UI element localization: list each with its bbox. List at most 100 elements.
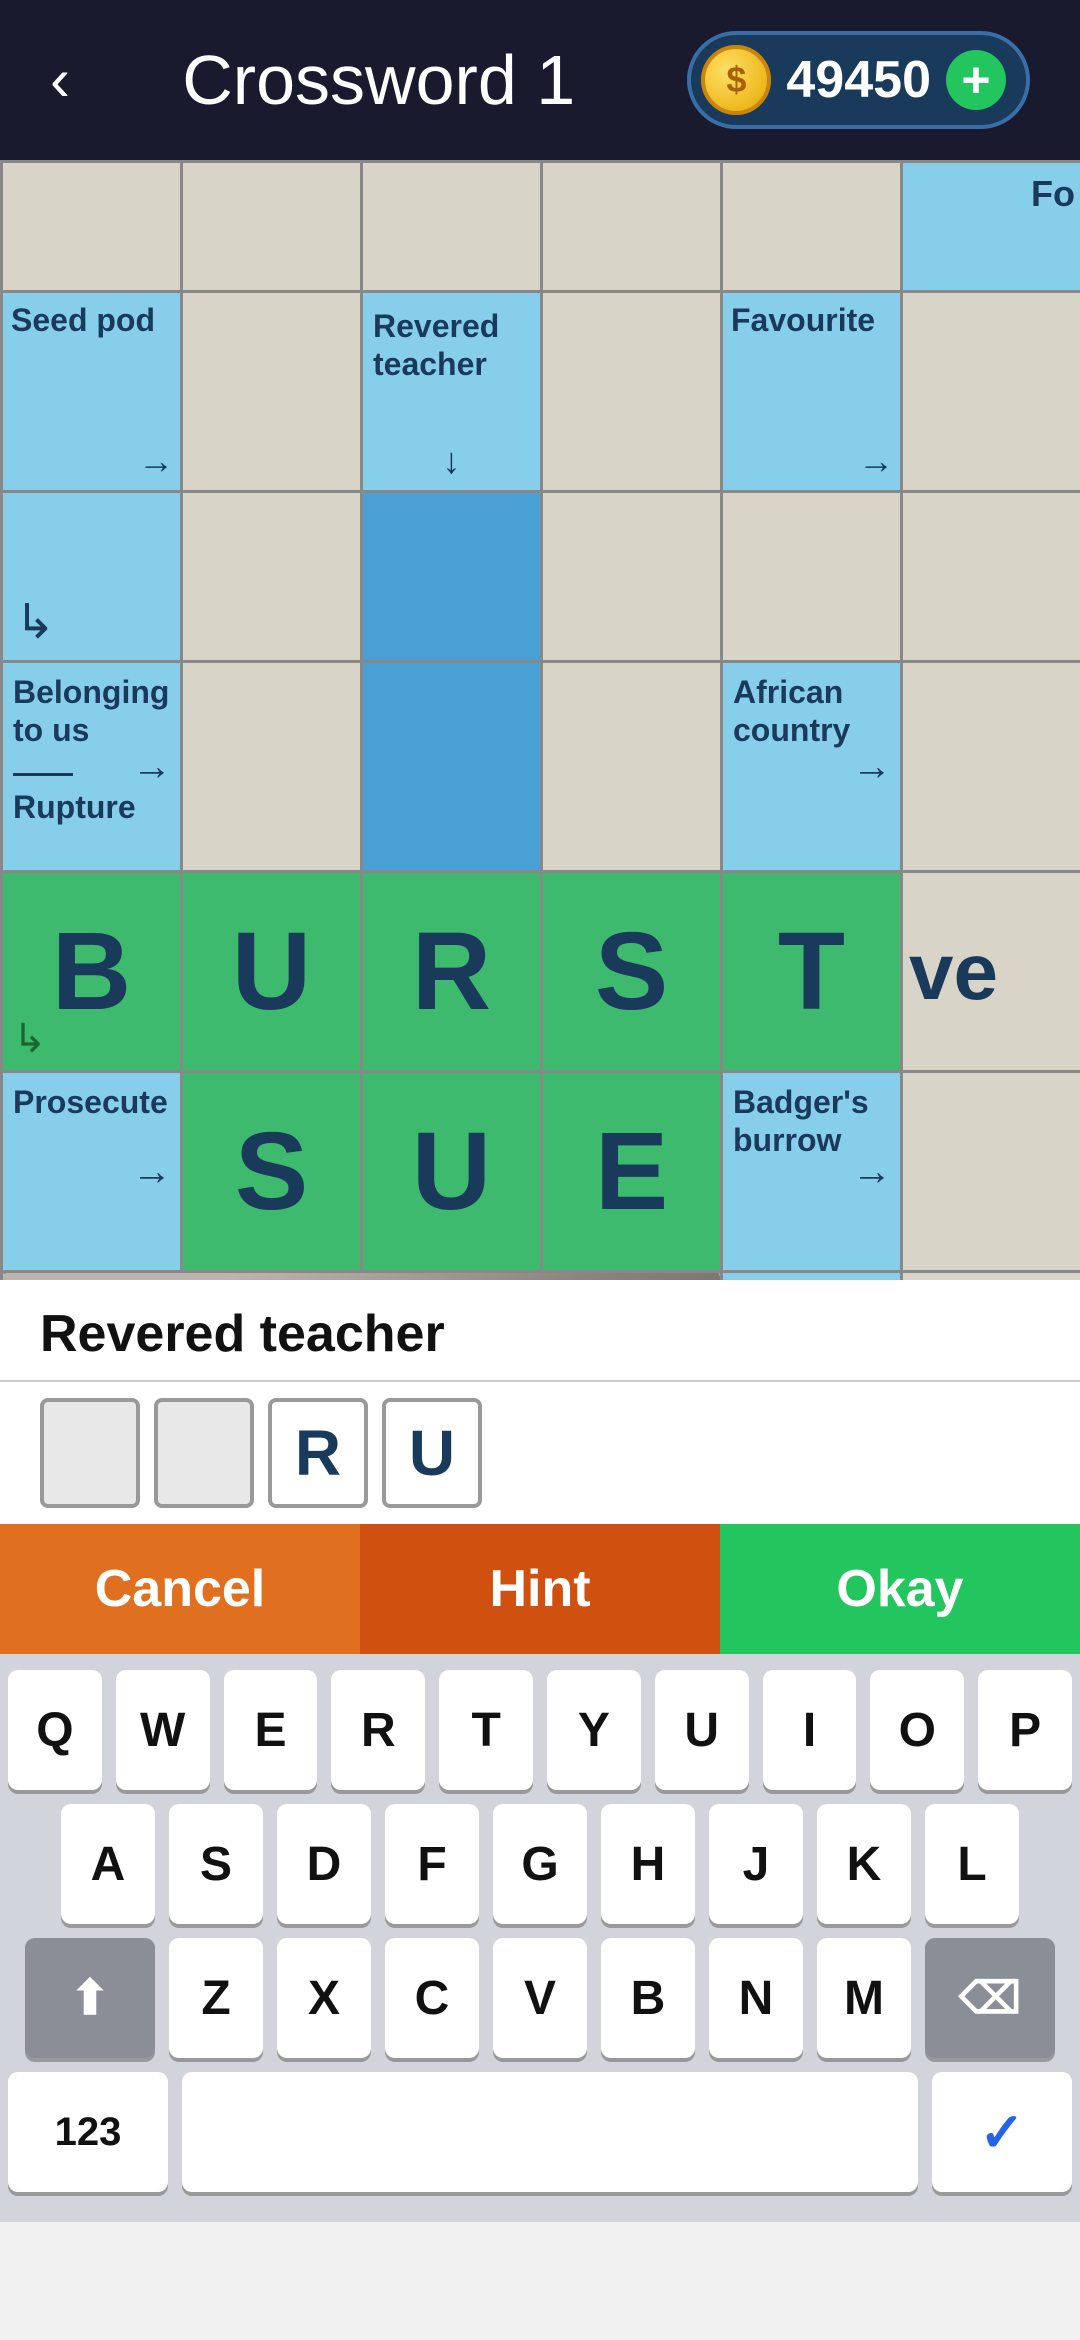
cell-4-3[interactable]: S <box>542 872 722 1072</box>
hint-button[interactable]: Hint <box>360 1524 720 1654</box>
partial-fo-text: Fo <box>1031 173 1075 215</box>
cell-model-hadid[interactable]: Model, _ Hadid, pictured <box>722 1272 902 1281</box>
coin-icon: $ <box>701 45 771 115</box>
key-M[interactable]: M <box>817 1938 911 2058</box>
key-D[interactable]: D <box>277 1804 371 1924</box>
cell-seed-pod[interactable]: Seed pod <box>2 292 182 492</box>
key-G[interactable]: G <box>493 1804 587 1924</box>
coin-value: 49450 <box>786 50 931 110</box>
cell-1-1[interactable] <box>182 292 362 492</box>
cell-0-4[interactable] <box>722 162 902 292</box>
active-clue-text: Revered teacher <box>40 1304 445 1364</box>
key-H[interactable]: H <box>601 1804 695 1924</box>
backspace-key[interactable]: ⌫ <box>925 1938 1055 2058</box>
answer-box-2[interactable] <box>154 1398 254 1508</box>
key-X[interactable]: X <box>277 1938 371 2058</box>
key-S[interactable]: S <box>169 1804 263 1924</box>
cell-prosecute[interactable]: Prosecute → <box>2 1072 182 1272</box>
clue-input-area: Revered teacher <box>0 1280 1080 1382</box>
cell-1-5[interactable] <box>902 292 1080 492</box>
cell-6-5[interactable] <box>902 1272 1080 1281</box>
cell-5-3[interactable]: E <box>542 1072 722 1272</box>
photo-image <box>3 1273 720 1280</box>
cell-revered-teacher[interactable]: Reveredteacher <box>362 292 542 492</box>
cell-4-2[interactable]: R <box>362 872 542 1072</box>
key-O[interactable]: O <box>870 1670 964 1790</box>
key-Z[interactable]: Z <box>169 1938 263 2058</box>
keyboard-row-1: Q W E R T Y U I O P <box>8 1670 1072 1790</box>
shift-key[interactable]: ⬆ <box>25 1938 155 2058</box>
cell-2-2-blue[interactable] <box>362 492 542 662</box>
letter-R[interactable]: R <box>363 873 540 1070</box>
back-button[interactable]: ‹ <box>50 50 70 110</box>
key-P[interactable]: P <box>978 1670 1072 1790</box>
letter-S[interactable]: S <box>543 873 720 1070</box>
cell-1-3[interactable] <box>542 292 722 492</box>
answer-box-3[interactable]: R <box>268 1398 368 1508</box>
cell-2-0[interactable]: ↳ <box>2 492 182 662</box>
answer-boxes-row: R U <box>0 1382 1080 1524</box>
key-Y[interactable]: Y <box>547 1670 641 1790</box>
letter-T[interactable]: T <box>723 873 900 1070</box>
letter-E[interactable]: E <box>543 1073 720 1270</box>
key-T[interactable]: T <box>439 1670 533 1790</box>
key-W[interactable]: W <box>116 1670 210 1790</box>
cell-badgers-burrow[interactable]: Badger'sburrow → <box>722 1072 902 1272</box>
top-bar: ‹ Crossword 1 $ 49450 + <box>0 0 1080 160</box>
cell-3-5[interactable] <box>902 662 1080 872</box>
key-I[interactable]: I <box>763 1670 857 1790</box>
key-R[interactable]: R <box>331 1670 425 1790</box>
cell-favourite[interactable]: Favourite <box>722 292 902 492</box>
keyboard-row-2: A S D F G H J K L <box>8 1804 1072 1924</box>
key-F[interactable]: F <box>385 1804 479 1924</box>
numbers-key[interactable]: 123 <box>8 2072 168 2192</box>
cell-3-1[interactable] <box>182 662 362 872</box>
cell-4-0[interactable]: ↳ B <box>2 872 182 1072</box>
keyboard-row-3: ⬆ Z X C V B N M ⌫ <box>8 1938 1072 2058</box>
cell-photo[interactable] <box>2 1272 722 1281</box>
cell-0-3[interactable] <box>542 162 722 292</box>
key-L[interactable]: L <box>925 1804 1019 1924</box>
cell-0-5[interactable]: Fo <box>902 162 1080 292</box>
cell-3-3[interactable] <box>542 662 722 872</box>
key-B[interactable]: B <box>601 1938 695 2058</box>
cell-5-5[interactable] <box>902 1072 1080 1272</box>
cell-african-country[interactable]: Africancountry → <box>722 662 902 872</box>
cell-5-1[interactable]: S <box>182 1072 362 1272</box>
key-E[interactable]: E <box>224 1670 318 1790</box>
cell-0-0[interactable] <box>2 162 182 292</box>
add-coins-button[interactable]: + <box>946 50 1006 110</box>
cell-2-3[interactable] <box>542 492 722 662</box>
crossword-grid-area: Fo Seed pod Reveredteacher Favourite ↳ <box>0 160 1080 1280</box>
letter-U[interactable]: U <box>183 873 360 1070</box>
answer-box-1[interactable] <box>40 1398 140 1508</box>
cell-0-2[interactable] <box>362 162 542 292</box>
key-Q[interactable]: Q <box>8 1670 102 1790</box>
key-J[interactable]: J <box>709 1804 803 1924</box>
clue-revered-teacher: Reveredteacher <box>363 293 540 398</box>
cell-4-1[interactable]: U <box>182 872 362 1072</box>
key-K[interactable]: K <box>817 1804 911 1924</box>
okay-button[interactable]: Okay <box>720 1524 1080 1654</box>
cell-4-5[interactable]: ve <box>902 872 1080 1072</box>
cell-4-4[interactable]: T <box>722 872 902 1072</box>
enter-key[interactable]: ✓ <box>932 2072 1072 2192</box>
key-N[interactable]: N <box>709 1938 803 2058</box>
key-U[interactable]: U <box>655 1670 749 1790</box>
coin-badge: $ 49450 + <box>687 31 1030 129</box>
cell-2-5[interactable] <box>902 492 1080 662</box>
space-key[interactable] <box>182 2072 918 2192</box>
cell-2-1[interactable] <box>182 492 362 662</box>
cell-belonging[interactable]: Belongingto usRupture → <box>2 662 182 872</box>
answer-box-4[interactable]: U <box>382 1398 482 1508</box>
cell-3-2-blue[interactable] <box>362 662 542 872</box>
cell-5-2[interactable]: U <box>362 1072 542 1272</box>
key-C[interactable]: C <box>385 1938 479 2058</box>
key-V[interactable]: V <box>493 1938 587 2058</box>
letter-U2[interactable]: U <box>363 1073 540 1270</box>
cell-0-1[interactable] <box>182 162 362 292</box>
letter-S2[interactable]: S <box>183 1073 360 1270</box>
cell-2-4[interactable] <box>722 492 902 662</box>
cancel-button[interactable]: Cancel <box>0 1524 360 1654</box>
key-A[interactable]: A <box>61 1804 155 1924</box>
